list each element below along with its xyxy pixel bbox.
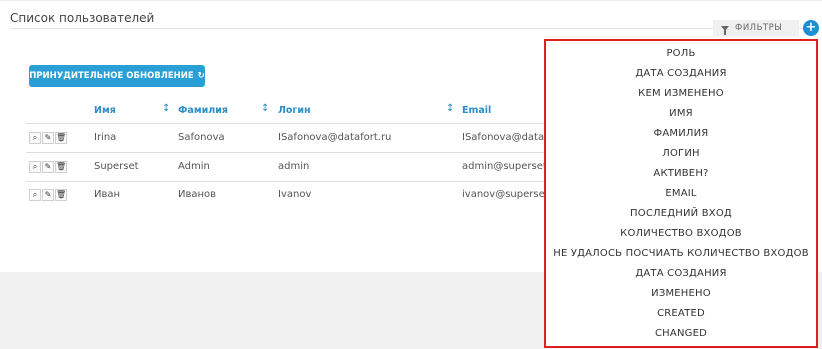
filter-option-created-date[interactable]: ДАТА СОЗДАНИЯ [546,68,816,79]
sort-icon[interactable]: ↕ [446,103,454,114]
panel-title: Список пользователей [10,11,155,25]
sort-icon[interactable]: ↕ [162,103,170,114]
row-actions: ⌕ ✎ 🗑 [29,132,67,144]
row-divider [26,181,566,182]
filter-option-email[interactable]: EMAIL [546,188,816,199]
filter-option-first-name[interactable]: ИМЯ [546,108,816,119]
table-cell: Superset [94,161,139,172]
filter-option-active[interactable]: АКТИВЕН? [546,168,816,179]
refresh-icon: ↻ [197,71,205,81]
filter-option-changed[interactable]: ИЗМЕНЕНО [546,288,816,299]
filter-option-login-count[interactable]: КОЛИЧЕСТВО ВХОДОВ [546,228,816,239]
filter-option-last-login[interactable]: ПОСЛЕДНИЙ ВХОД [546,208,816,219]
view-icon[interactable]: ⌕ [29,189,41,201]
row-divider [26,123,566,124]
table-cell: Иван [94,189,121,200]
column-header-first-name[interactable]: Имя [94,105,116,116]
table-cell: Иванов [178,189,217,200]
row-divider [26,152,566,153]
edit-icon[interactable]: ✎ [42,189,54,201]
title-divider [10,28,818,29]
filters-label: ФИЛЬТРЫ [735,23,783,33]
row-actions: ⌕ ✎ 🗑 [29,189,67,201]
filter-option-last-name[interactable]: ФАМИЛИЯ [546,128,816,139]
column-header-login[interactable]: Логин [278,105,311,116]
table-cell: Admin [178,161,210,172]
row-actions: ⌕ ✎ 🗑 [29,161,67,173]
table-cell: ivanov@superset [462,189,549,200]
filter-option-created[interactable]: CREATED [546,308,816,319]
filter-option-role[interactable]: РОЛЬ [546,48,816,59]
filter-option-changed-en[interactable]: CHANGED [546,328,816,339]
filter-option-changed-by[interactable]: КЕМ ИЗМЕНЕНО [546,88,816,99]
edit-icon[interactable]: ✎ [42,161,54,173]
table-cell: Ivanov [278,189,312,200]
filter-option-created-date-2[interactable]: ДАТА СОЗДАНИЯ [546,268,816,279]
top-divider [0,0,822,1]
table-cell: admin@superset [462,161,547,172]
delete-icon[interactable]: 🗑 [55,161,67,173]
column-header-last-name[interactable]: Фамилия [178,105,228,116]
delete-icon[interactable]: 🗑 [55,189,67,201]
table-cell: ISafonova@datafort.ru [278,132,392,143]
table-cell: admin [278,161,310,172]
filters-button[interactable]: ФИЛЬТРЫ [713,20,799,36]
view-icon[interactable]: ⌕ [29,132,41,144]
view-icon[interactable]: ⌕ [29,161,41,173]
filter-dropdown: РОЛЬ ДАТА СОЗДАНИЯ КЕМ ИЗМЕНЕНО ИМЯ ФАМИ… [544,39,818,348]
delete-icon[interactable]: 🗑 [55,132,67,144]
table-cell: Safonova [178,132,225,143]
force-refresh-button[interactable]: ПРИНУДИТЕЛЬНОЕ ОБНОВЛЕНИЕ ↻ [29,65,205,87]
force-refresh-label: ПРИНУДИТЕЛЬНОЕ ОБНОВЛЕНИЕ [29,71,194,81]
column-header-email[interactable]: Email [462,105,491,116]
filter-option-login[interactable]: ЛОГИН [546,148,816,159]
table-cell: Irina [94,132,117,143]
filter-option-failed-login-count[interactable]: НЕ УДАЛОСЬ ПОСЧИАТЬ КОЛИЧЕСТВО ВХОДОВ [546,248,816,259]
table-cell: ISafonova@datafc [462,132,554,143]
edit-icon[interactable]: ✎ [42,132,54,144]
sort-icon[interactable]: ↕ [261,103,269,114]
add-filter-button[interactable]: + [803,20,819,36]
filter-icon [721,25,729,35]
